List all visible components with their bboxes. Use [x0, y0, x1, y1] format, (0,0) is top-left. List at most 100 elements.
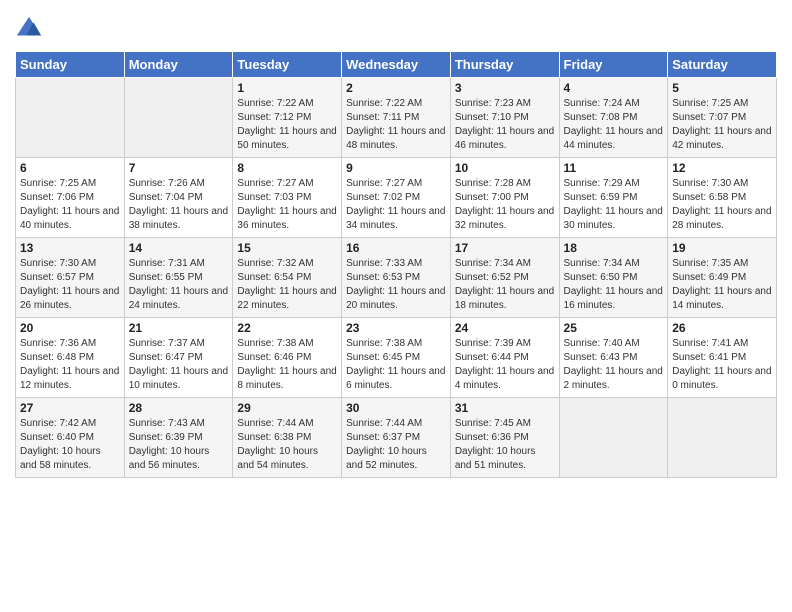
day-number: 12 — [672, 161, 772, 175]
table-row: 26 Sunrise: 7:41 AMSunset: 6:41 PMDayligh… — [668, 318, 777, 398]
logo-icon — [15, 15, 43, 43]
cell-content: Sunrise: 7:31 AMSunset: 6:55 PMDaylight:… — [129, 257, 229, 313]
table-row: 3Sunrise: 7:23 AMSunset: 7:10 PMDaylight… — [450, 78, 559, 158]
cell-content: Sunrise: 7:29 AMSunset: 6:59 PMDaylight:… — [564, 177, 664, 233]
table-row: 4 Sunrise: 7:24 AMSunset: 7:08 PMDaylight… — [559, 78, 668, 158]
cell-content: Sunrise: 7:38 AMSunset: 6:46 PMDaylight:… — [237, 337, 337, 393]
day-number: 6 — [20, 161, 120, 175]
day-number: 7 — [129, 161, 229, 175]
cell-content: Sunrise: 7:44 AMSunset: 6:37 PMDaylight:… — [346, 417, 446, 473]
page-header — [15, 10, 777, 43]
table-row: 9 Sunrise: 7:27 AMSunset: 7:02 PMDaylight… — [342, 158, 451, 238]
day-number: 1 — [237, 81, 337, 95]
cell-content: Sunrise: 7:30 AMSunset: 6:58 PMDaylight:… — [672, 177, 772, 233]
cell-content: Sunrise: 7:34 AMSunset: 6:50 PMDaylight:… — [564, 257, 664, 313]
day-number: 20 — [20, 321, 120, 335]
cell-content: Sunrise: 7:25 AMSunset: 7:06 PMDaylight:… — [20, 177, 120, 233]
table-row: 20Sunrise: 7:36 AMSunset: 6:48 PMDayligh… — [16, 318, 125, 398]
day-number: 9 — [346, 161, 446, 175]
day-number: 19 — [672, 241, 772, 255]
cell-content: Sunrise: 7:33 AMSunset: 6:53 PMDaylight:… — [346, 257, 446, 313]
cell-content: Sunrise: 7:25 AMSunset: 7:07 PMDaylight:… — [672, 97, 772, 153]
cell-content: Sunrise: 7:26 AMSunset: 7:04 PMDaylight:… — [129, 177, 229, 233]
table-row: 22 Sunrise: 7:38 AMSunset: 6:46 PMDayligh… — [233, 318, 342, 398]
cell-content: Sunrise: 7:22 AMSunset: 7:12 PMDaylight:… — [237, 97, 337, 153]
day-number: 24 — [455, 321, 555, 335]
cell-content: Sunrise: 7:27 AMSunset: 7:03 PMDaylight:… — [237, 177, 337, 233]
day-number: 16 — [346, 241, 446, 255]
table-row: 2 Sunrise: 7:22 AMSunset: 7:11 PMDaylight… — [342, 78, 451, 158]
week-row-4: 27 Sunrise: 7:42 AMSunset: 6:40 PMDayligh… — [16, 398, 777, 478]
week-row-3: 20Sunrise: 7:36 AMSunset: 6:48 PMDayligh… — [16, 318, 777, 398]
day-number: 22 — [237, 321, 337, 335]
table-row: 7 Sunrise: 7:26 AMSunset: 7:04 PMDaylight… — [124, 158, 233, 238]
table-row: 27 Sunrise: 7:42 AMSunset: 6:40 PMDayligh… — [16, 398, 125, 478]
day-number: 2 — [346, 81, 446, 95]
table-row: 24 Sunrise: 7:39 AMSunset: 6:44 PMDayligh… — [450, 318, 559, 398]
day-number: 17 — [455, 241, 555, 255]
table-row — [668, 398, 777, 478]
cell-content: Sunrise: 7:41 AMSunset: 6:41 PMDaylight:… — [672, 337, 772, 393]
cell-content: Sunrise: 7:37 AMSunset: 6:47 PMDaylight:… — [129, 337, 229, 393]
day-number: 15 — [237, 241, 337, 255]
table-row: 12 Sunrise: 7:30 AMSunset: 6:58 PMDayligh… — [668, 158, 777, 238]
day-number: 8 — [237, 161, 337, 175]
header-day-friday: Friday — [559, 52, 668, 78]
day-number: 28 — [129, 401, 229, 415]
table-row — [559, 398, 668, 478]
table-row: 17 Sunrise: 7:34 AMSunset: 6:52 PMDayligh… — [450, 238, 559, 318]
day-number: 10 — [455, 161, 555, 175]
cell-content: Sunrise: 7:39 AMSunset: 6:44 PMDaylight:… — [455, 337, 555, 393]
logo — [15, 15, 47, 43]
cell-content: Sunrise: 7:45 AMSunset: 6:36 PMDaylight:… — [455, 417, 555, 473]
table-row: 28Sunrise: 7:43 AMSunset: 6:39 PMDayligh… — [124, 398, 233, 478]
header-day-saturday: Saturday — [668, 52, 777, 78]
day-number: 31 — [455, 401, 555, 415]
day-number: 11 — [564, 161, 664, 175]
header-day-monday: Monday — [124, 52, 233, 78]
header-day-thursday: Thursday — [450, 52, 559, 78]
day-number: 5 — [672, 81, 772, 95]
table-row: 31 Sunrise: 7:45 AMSunset: 6:36 PMDayligh… — [450, 398, 559, 478]
header-day-wednesday: Wednesday — [342, 52, 451, 78]
table-row: 23Sunrise: 7:38 AMSunset: 6:45 PMDayligh… — [342, 318, 451, 398]
header-row: SundayMondayTuesdayWednesdayThursdayFrid… — [16, 52, 777, 78]
cell-content: Sunrise: 7:27 AMSunset: 7:02 PMDaylight:… — [346, 177, 446, 233]
table-row: 30Sunrise: 7:44 AMSunset: 6:37 PMDayligh… — [342, 398, 451, 478]
day-number: 18 — [564, 241, 664, 255]
day-number: 23 — [346, 321, 446, 335]
table-row: 5 Sunrise: 7:25 AMSunset: 7:07 PMDaylight… — [668, 78, 777, 158]
cell-content: Sunrise: 7:28 AMSunset: 7:00 PMDaylight:… — [455, 177, 555, 233]
day-number: 14 — [129, 241, 229, 255]
table-row: 19Sunrise: 7:35 AMSunset: 6:49 PMDayligh… — [668, 238, 777, 318]
table-row: 15Sunrise: 7:32 AMSunset: 6:54 PMDayligh… — [233, 238, 342, 318]
table-row — [16, 78, 125, 158]
table-row — [124, 78, 233, 158]
day-number: 29 — [237, 401, 337, 415]
table-row: 29 Sunrise: 7:44 AMSunset: 6:38 PMDayligh… — [233, 398, 342, 478]
cell-content: Sunrise: 7:34 AMSunset: 6:52 PMDaylight:… — [455, 257, 555, 313]
table-row: 8 Sunrise: 7:27 AMSunset: 7:03 PMDaylight… — [233, 158, 342, 238]
day-number: 4 — [564, 81, 664, 95]
week-row-0: 1 Sunrise: 7:22 AMSunset: 7:12 PMDaylight… — [16, 78, 777, 158]
cell-content: Sunrise: 7:30 AMSunset: 6:57 PMDaylight:… — [20, 257, 120, 313]
calendar-body: 1 Sunrise: 7:22 AMSunset: 7:12 PMDaylight… — [16, 78, 777, 478]
day-number: 27 — [20, 401, 120, 415]
table-row: 1 Sunrise: 7:22 AMSunset: 7:12 PMDaylight… — [233, 78, 342, 158]
table-row: 25Sunrise: 7:40 AMSunset: 6:43 PMDayligh… — [559, 318, 668, 398]
day-number: 21 — [129, 321, 229, 335]
table-row: 14 Sunrise: 7:31 AMSunset: 6:55 PMDayligh… — [124, 238, 233, 318]
cell-content: Sunrise: 7:42 AMSunset: 6:40 PMDaylight:… — [20, 417, 120, 473]
table-row: 11 Sunrise: 7:29 AMSunset: 6:59 PMDayligh… — [559, 158, 668, 238]
cell-content: Sunrise: 7:44 AMSunset: 6:38 PMDaylight:… — [237, 417, 337, 473]
header-day-sunday: Sunday — [16, 52, 125, 78]
day-number: 26 — [672, 321, 772, 335]
week-row-2: 13Sunrise: 7:30 AMSunset: 6:57 PMDayligh… — [16, 238, 777, 318]
day-number: 3 — [455, 81, 555, 95]
table-row: 18 Sunrise: 7:34 AMSunset: 6:50 PMDayligh… — [559, 238, 668, 318]
cell-content: Sunrise: 7:22 AMSunset: 7:11 PMDaylight:… — [346, 97, 446, 153]
header-day-tuesday: Tuesday — [233, 52, 342, 78]
day-number: 25 — [564, 321, 664, 335]
cell-content: Sunrise: 7:24 AMSunset: 7:08 PMDaylight:… — [564, 97, 664, 153]
table-row: 16 Sunrise: 7:33 AMSunset: 6:53 PMDayligh… — [342, 238, 451, 318]
